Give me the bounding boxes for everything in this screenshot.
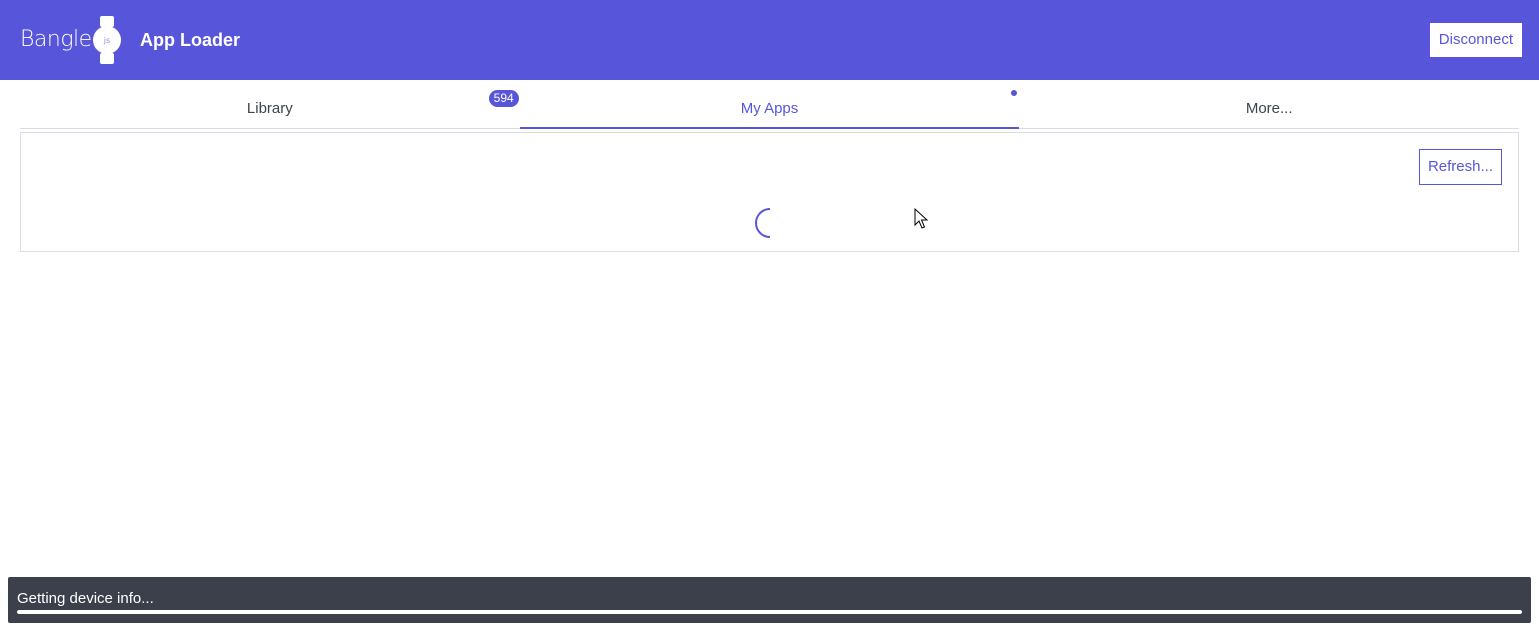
spinner-icon [755,208,771,238]
status-toast: Getting device info... [8,577,1531,623]
tab-library[interactable]: Library 594 [20,80,520,128]
app-count-badge: 594 [488,90,519,107]
activity-dot-icon [1011,90,1018,96]
tab-library-label: Library [246,100,293,117]
bangle-logo: Bangle js [20,12,124,68]
logo-text: Bangle [20,27,92,52]
app-title: App Loader [140,30,241,50]
progress-bar [17,610,1522,614]
logo-sub: js [102,36,109,45]
mouse-cursor-icon [914,208,928,229]
disconnect-button[interactable]: Disconnect [1429,23,1522,57]
tab-my-apps[interactable]: My Apps [519,80,1020,129]
tab-bar: Library 594 My Apps More... [20,80,1519,129]
app-header: Bangle js App Loader Disconnect [0,0,1539,80]
my-apps-panel: Refresh... [20,132,1519,252]
tab-more-label: More... [1245,100,1293,117]
progress-fill [17,610,1522,614]
tab-more[interactable]: More... [1019,80,1519,128]
tab-my-apps-label: My Apps [740,100,799,117]
refresh-button[interactable]: Refresh... [1418,149,1502,185]
watch-icon: js [92,16,121,64]
status-text: Getting device info... [17,590,154,607]
